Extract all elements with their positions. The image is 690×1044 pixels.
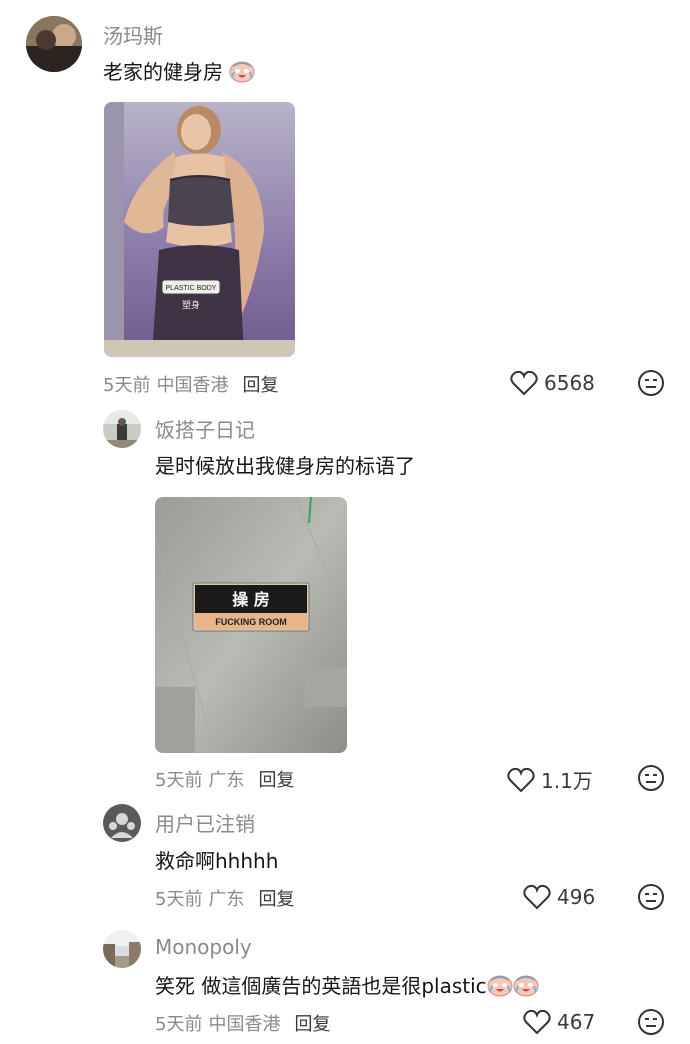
like-count: 1.1万 bbox=[541, 769, 593, 793]
sign-english-text: PLASTIC BODY bbox=[166, 285, 217, 292]
reply-button[interactable]: 回复 bbox=[258, 889, 294, 910]
dislike-face-icon[interactable] bbox=[637, 369, 665, 397]
heart-icon bbox=[523, 884, 551, 910]
comment-photo[interactable]: PLASTIC BODY 塑身 bbox=[104, 102, 295, 357]
comment-meta: 5天前 中国香港 回复 bbox=[103, 371, 278, 397]
comment-text: 救命啊hhhhh bbox=[155, 849, 279, 873]
gym-poster-image: PLASTIC BODY 塑身 bbox=[104, 102, 295, 357]
heart-icon bbox=[507, 767, 535, 792]
like-button[interactable]: 6568 bbox=[510, 370, 595, 396]
dislike-face-icon[interactable] bbox=[637, 883, 665, 911]
like-count: 467 bbox=[557, 1010, 596, 1034]
avatar-photo bbox=[103, 410, 141, 448]
comment-photo[interactable]: 操 房 FUCKING ROOM bbox=[155, 497, 347, 753]
like-button[interactable]: 1.1万 bbox=[507, 765, 593, 794]
comment-location: 广东 bbox=[208, 889, 245, 910]
like-count: 6568 bbox=[544, 371, 595, 395]
avatar-photo bbox=[26, 16, 82, 72]
heart-icon bbox=[510, 370, 538, 396]
sign-english-text: FUCKING ROOM bbox=[215, 617, 287, 627]
reply-button[interactable]: 回复 bbox=[294, 1014, 330, 1035]
heart-icon bbox=[523, 1009, 551, 1035]
comment-meta: 5天前 广东 回复 bbox=[155, 766, 294, 792]
comment-location: 中国香港 bbox=[208, 1014, 281, 1035]
like-button[interactable]: 496 bbox=[523, 884, 595, 910]
comment-text-content: 笑死 做這個廣告的英語也是很plastic bbox=[155, 974, 487, 998]
comment-text-content: 老家的健身房 bbox=[103, 60, 223, 84]
sign-chinese-text: 塑身 bbox=[182, 299, 200, 311]
username[interactable]: Monopoly bbox=[155, 935, 252, 959]
comment-location: 广东 bbox=[208, 770, 245, 791]
comment-meta: 5天前 广东 回复 bbox=[155, 885, 294, 911]
default-avatar-icon bbox=[103, 804, 141, 842]
like-button[interactable]: 467 bbox=[523, 1009, 595, 1035]
sign-chinese-text: 操 房 bbox=[232, 590, 270, 609]
user-avatar[interactable] bbox=[103, 804, 141, 842]
comment-text: 笑死 做這個廣告的英語也是很plastic bbox=[155, 970, 539, 999]
comment-text: 是时候放出我健身房的标语了 bbox=[155, 454, 415, 478]
crying-laughing-emoji-icon bbox=[229, 61, 255, 83]
crying-laughing-emoji-icon bbox=[513, 975, 539, 997]
dislike-face-icon[interactable] bbox=[637, 1008, 665, 1036]
comment-time: 5天前 bbox=[155, 770, 203, 791]
crying-laughing-emoji-icon bbox=[487, 975, 513, 997]
username[interactable]: 汤玛斯 bbox=[103, 20, 163, 49]
gym-sign-image: 操 房 FUCKING ROOM bbox=[155, 497, 347, 753]
user-avatar[interactable] bbox=[103, 410, 141, 448]
comment-time: 5天前 bbox=[155, 889, 203, 910]
reply-button[interactable]: 回复 bbox=[258, 770, 294, 791]
comment-time: 5天前 bbox=[103, 375, 151, 396]
username[interactable]: 饭搭子日记 bbox=[155, 414, 255, 443]
user-avatar[interactable] bbox=[103, 930, 141, 968]
username[interactable]: 用户已注销 bbox=[155, 808, 255, 837]
like-count: 496 bbox=[557, 885, 596, 909]
user-avatar[interactable] bbox=[26, 16, 82, 72]
reply-button[interactable]: 回复 bbox=[242, 375, 278, 396]
comment-time: 5天前 bbox=[155, 1014, 203, 1035]
dislike-face-icon[interactable] bbox=[637, 764, 665, 792]
comment-location: 中国香港 bbox=[156, 375, 229, 396]
comment-meta: 5天前 中国香港 回复 bbox=[155, 1010, 330, 1036]
comment-text: 老家的健身房 bbox=[103, 56, 255, 85]
avatar-photo bbox=[103, 930, 141, 968]
